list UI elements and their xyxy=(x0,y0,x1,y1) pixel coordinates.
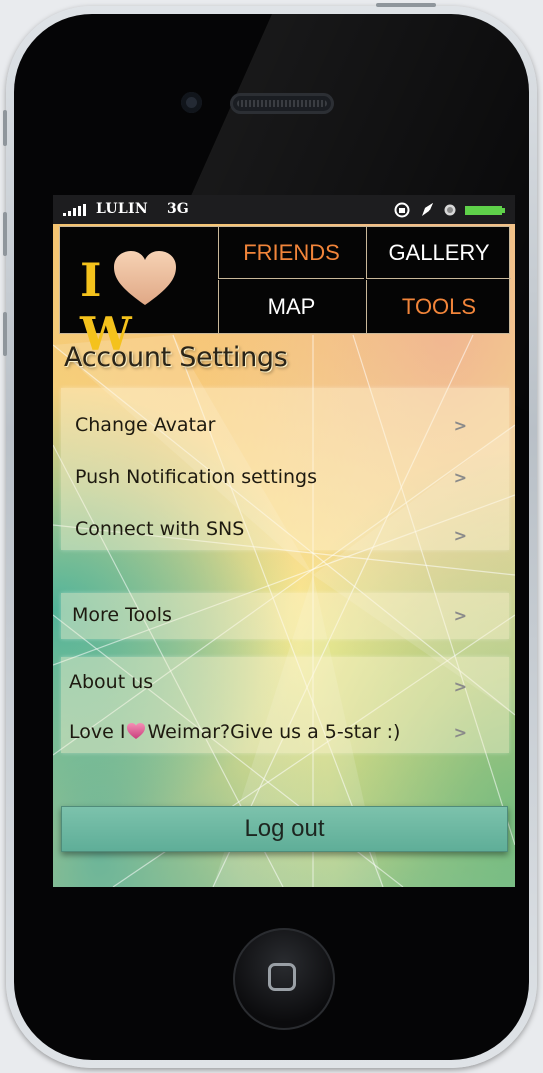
silent-switch xyxy=(3,110,7,146)
home-square-icon xyxy=(268,963,296,991)
list-item-label: More Tools xyxy=(72,604,172,626)
more-tools-group: More Tools > xyxy=(61,593,509,639)
list-item-about-us[interactable]: About us > xyxy=(61,663,509,703)
volume-up-button xyxy=(3,212,7,256)
list-item-connect-with-sns[interactable]: Connect with SNS > xyxy=(61,510,509,550)
rate-label-prefix: Love I xyxy=(69,721,126,743)
list-item-push-notification-settings[interactable]: Push Notification settings > xyxy=(61,458,509,498)
account-settings-group: Change Avatar > Push Notification settin… xyxy=(61,388,509,550)
signal-bars-icon xyxy=(63,204,86,216)
list-item-label: About us xyxy=(69,671,154,693)
list-item-label: Push Notification settings xyxy=(75,466,317,488)
list-item-more-tools[interactable]: More Tools > xyxy=(61,596,509,636)
app-logo[interactable]: IW xyxy=(60,227,218,361)
chevron-right-icon: > xyxy=(453,416,467,435)
tab-tools[interactable]: TOOLS xyxy=(366,280,511,333)
list-item-label: Change Avatar xyxy=(75,414,216,436)
about-group: About us > Love I Weimar?Give us a 5-star… xyxy=(61,657,509,753)
list-item-label: Connect with SNS xyxy=(75,518,245,540)
list-item-rate-app[interactable]: Love I Weimar?Give us a 5-star :) > xyxy=(61,713,509,753)
list-item-label: Love I Weimar?Give us a 5-star :) xyxy=(69,721,400,743)
chevron-right-icon: > xyxy=(453,468,467,487)
chevron-right-icon: > xyxy=(453,606,467,625)
carrier-name: LULIN xyxy=(96,201,148,217)
status-bar: LULIN 3G xyxy=(53,195,515,224)
page-title: Account Settings xyxy=(64,342,288,373)
list-item-change-avatar[interactable]: Change Avatar > xyxy=(61,406,509,446)
tab-map[interactable]: MAP xyxy=(218,280,364,333)
rate-label-suffix: Weimar?Give us a 5-star :) xyxy=(147,721,401,743)
heart-icon xyxy=(127,723,146,739)
top-navigation: IW FRIENDS GALLERY MAP TOOLS xyxy=(59,226,511,361)
volume-down-button xyxy=(3,312,7,356)
app-screen: LULIN 3G IW FRIENDS GALLERY MAP TOOLS Ac… xyxy=(53,195,515,887)
rotation-lock-icon xyxy=(394,202,410,218)
network-type: 3G xyxy=(167,201,189,217)
sleep-button xyxy=(376,3,436,7)
chevron-right-icon: > xyxy=(453,723,467,742)
chevron-right-icon: > xyxy=(453,526,467,545)
logout-button[interactable]: Log out xyxy=(61,806,508,852)
heart-icon xyxy=(114,251,176,305)
front-camera xyxy=(181,92,202,113)
battery-icon xyxy=(465,206,505,215)
tab-friends[interactable]: FRIENDS xyxy=(218,227,364,279)
alarm-clock-icon xyxy=(444,204,456,216)
chevron-right-icon: > xyxy=(453,677,467,696)
home-button[interactable] xyxy=(233,928,335,1030)
status-icons xyxy=(394,202,505,218)
logo-letter-i: I xyxy=(80,253,103,307)
earpiece-speaker xyxy=(230,93,334,114)
location-arrow-icon xyxy=(422,203,433,216)
tab-gallery[interactable]: GALLERY xyxy=(366,227,511,279)
